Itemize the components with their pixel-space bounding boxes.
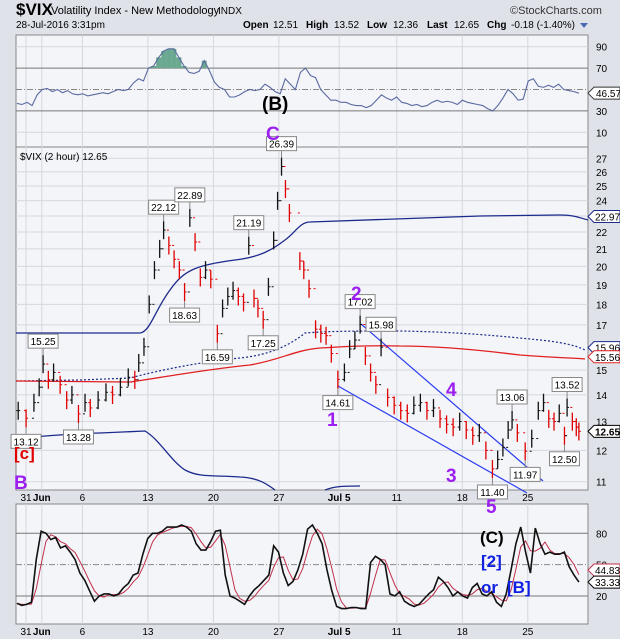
rsi-panel [15,34,589,148]
open-value: 12.51 [273,20,298,31]
chg-value: -0.18 (-1.40%) [511,20,575,31]
annotation-value: 13.06 [500,393,525,404]
stoch-note-2: [2] [481,552,502,571]
annotation-value: 22.89 [177,191,202,202]
red-ma-tag-value: 15.56 [595,353,620,364]
index-name: Volatility Index - New Methodology [51,5,220,17]
annotation-value: 12.50 [552,455,577,466]
annotation-value: 15.25 [31,337,56,348]
stoch-d-tag-value: 44.83 [595,566,620,577]
date-label: Jun [33,493,51,504]
chg-label: Chg [487,20,506,31]
price-tick-label: 20 [596,262,608,273]
date-label: 6 [80,627,86,638]
price-tick-label: 19 [596,281,608,292]
open-label: Open [243,20,269,31]
stoch-note-or: or [481,578,498,597]
date-label: 18 [457,493,469,504]
annotation-value: 15.98 [369,320,394,331]
date-label: Jul 5 [328,627,351,638]
date-label: 18 [457,627,469,638]
stoch-tick-label: 20 [596,592,608,603]
symbol: $VIX [16,0,54,19]
price-tick-label: 12 [596,446,608,457]
price-tick-label: 26 [596,168,608,179]
annotation-value: 16.59 [205,353,230,364]
date-label: 31 [21,493,33,504]
annotation-value: 11.97 [513,470,538,481]
stoch-note-B: [B] [507,578,531,597]
stoch-tick-label: 80 [596,529,608,540]
upper-band-tag-value: 22.97 [595,213,620,224]
stoch-k-tag-value: 33.33 [595,578,620,589]
datetime: 28-Jul-2016 3:31pm [16,20,105,31]
annotation-value: 22.12 [151,203,176,214]
annotation-value: 14.61 [325,399,350,410]
date-label: Jun [33,627,51,638]
wave-label-4: 4 [446,380,457,401]
price-tick-label: 14 [596,391,608,402]
wave-label-C: C [266,124,280,145]
rsi-tick-label: 70 [596,64,608,75]
annotation-value: 13.28 [66,433,91,444]
date-label: 20 [208,493,220,504]
date-label: 27 [273,627,285,638]
dropdown-arrow-icon[interactable] [580,23,588,28]
wave-label-2: 2 [351,284,362,305]
date-label: 13 [142,493,154,504]
price-tick-label: 22 [596,228,608,239]
date-label: Jul 5 [328,493,351,504]
annotation-value: 17.25 [251,339,276,350]
wave-label-c-bracket: [c] [14,444,35,463]
date-label: 25 [522,627,534,638]
exchange: INDX [218,6,242,17]
price-tick-label: 15 [596,366,608,377]
annotation-value: 18.63 [172,311,197,322]
date-label: 25 [522,493,534,504]
rsi-tick-label: 10 [596,128,608,139]
annotation-value: 21.19 [236,219,261,230]
date-label: 11 [392,627,403,638]
wave-label-5: 5 [486,497,497,518]
price-tick-label: 18 [596,300,608,311]
stockcharts-chart: $VIX Volatility Index - New Methodology … [0,0,620,639]
last-label: Last [427,20,448,31]
low-label: Low [367,20,387,31]
wave-label-B: B [14,473,28,494]
price-tick-label: 21 [596,245,608,256]
annotation-value: 13.52 [555,381,580,392]
rsi-last-value: 46.57 [596,89,620,100]
wave-label-B-paren: (B) [262,94,288,115]
low-value: 12.36 [393,20,418,31]
date-label: 20 [208,627,220,638]
date-label: 27 [273,493,285,504]
stoch-note-C: (C) [480,528,504,547]
date-label: 11 [392,493,403,504]
date-label: 31 [21,627,33,638]
rsi-tick-label: 30 [596,107,608,118]
price-panel [15,146,589,491]
wave-label-3: 3 [446,466,457,487]
high-value: 13.52 [334,20,359,31]
wave-label-1: 1 [327,410,338,431]
last-value: 12.65 [454,20,479,31]
last-price-tag-value: 12.65 [595,427,620,438]
date-label: 6 [80,493,86,504]
date-label: 13 [142,627,154,638]
price-tick-label: 17 [596,321,608,332]
chart-canvas: $VIX Volatility Index - New Methodology … [10,0,620,638]
brand-logo: ©StockCharts.com [510,5,602,17]
price-tick-label: 11 [596,478,607,489]
price-panel-title: $VIX (2 hour) 12.65 [20,152,108,163]
price-tick-label: 24 [596,197,608,208]
rsi-tick-label: 90 [596,43,608,54]
high-label: High [306,20,328,31]
price-tick-label: 25 [596,182,608,193]
price-tick-label: 27 [596,154,608,165]
